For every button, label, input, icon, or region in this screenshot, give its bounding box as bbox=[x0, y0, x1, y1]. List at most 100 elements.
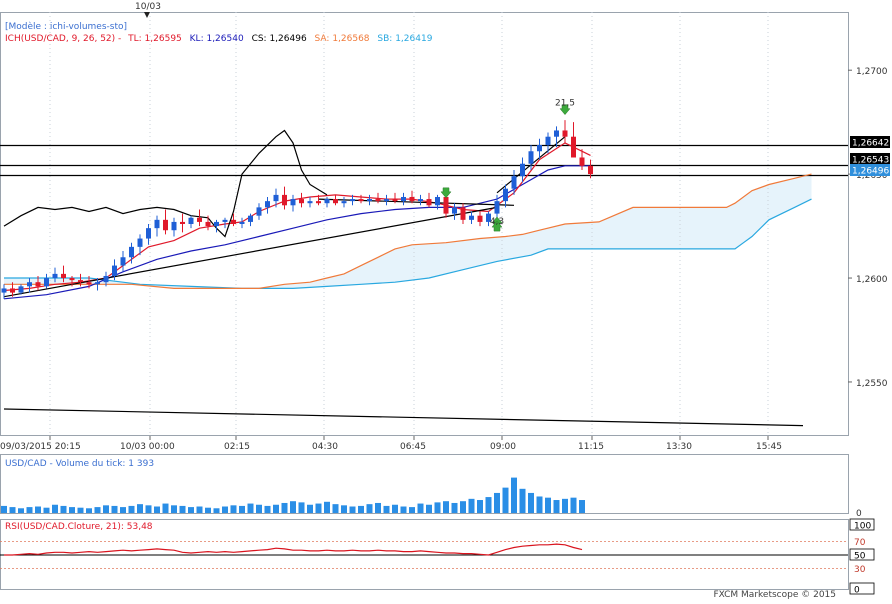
candle-body-1 bbox=[10, 288, 15, 293]
volume-bar-1 bbox=[9, 507, 16, 513]
legend-tl: TL: 1,26595 bbox=[127, 34, 182, 44]
candle-body-33 bbox=[282, 194, 287, 206]
x-label-6: 11:15 bbox=[578, 442, 604, 452]
volume-bar-20 bbox=[171, 505, 177, 513]
volume-bar-4 bbox=[35, 506, 41, 513]
volume-bar-68 bbox=[579, 500, 585, 513]
volume-bar-22 bbox=[188, 507, 194, 513]
volume-bar-2 bbox=[18, 508, 24, 513]
volume-bar-62 bbox=[528, 492, 534, 513]
volume-bar-49 bbox=[417, 503, 424, 513]
candle-body-27 bbox=[231, 219, 236, 224]
candle-body-65 bbox=[554, 130, 559, 137]
candle-body-6 bbox=[52, 273, 58, 279]
rsi-tick-label-0: 100 bbox=[854, 522, 871, 532]
x-label-5: 09:00 bbox=[490, 442, 516, 452]
candle-body-63 bbox=[537, 145, 542, 152]
candle-body-46 bbox=[392, 199, 398, 202]
candle-body-52 bbox=[443, 196, 449, 214]
candle-body-32 bbox=[273, 194, 279, 202]
candle-body-53 bbox=[452, 207, 457, 214]
x-label-0: 09/03/2015 20:15 bbox=[0, 442, 81, 452]
volume-bar-30 bbox=[256, 504, 262, 513]
candle-body-12 bbox=[103, 275, 109, 283]
x-label-3: 04:30 bbox=[312, 442, 338, 452]
candle-body-50 bbox=[426, 199, 432, 206]
volume-bar-26 bbox=[222, 506, 228, 513]
candle-body-28 bbox=[239, 221, 245, 224]
volume-bar-43 bbox=[366, 504, 373, 513]
volume-bar-13 bbox=[111, 505, 118, 513]
candle-body-25 bbox=[214, 221, 219, 227]
rsi-tick-label-4: 0 bbox=[854, 586, 860, 596]
volume-bar-55 bbox=[468, 498, 475, 513]
legend-cs: CS: 1,26496 bbox=[252, 34, 307, 44]
volume-bar-59 bbox=[502, 487, 509, 513]
volume-bar-24 bbox=[205, 507, 211, 513]
volume-bar-7 bbox=[60, 505, 67, 513]
volume-bar-14 bbox=[120, 507, 126, 513]
candle-body-24 bbox=[205, 221, 211, 227]
top-date-marker: 10/03 bbox=[135, 2, 161, 12]
x-label-1: 10/03 00:00 bbox=[120, 442, 175, 452]
candle-body-31 bbox=[265, 201, 270, 208]
y-tick-label-2: 1,2600 bbox=[856, 275, 888, 285]
candle-body-41 bbox=[350, 199, 355, 202]
x-label-4: 06:45 bbox=[400, 442, 426, 452]
volume-bar-18 bbox=[154, 506, 160, 513]
x-label-7: 13:30 bbox=[666, 442, 692, 452]
candle-body-17 bbox=[146, 228, 151, 239]
candle-body-47 bbox=[401, 196, 406, 202]
volume-bar-38 bbox=[324, 501, 330, 513]
volume-bar-64 bbox=[545, 497, 551, 513]
rsi-tick-label-2: 50 bbox=[854, 552, 866, 562]
volume-bar-10 bbox=[86, 508, 92, 513]
volume-bar-16 bbox=[137, 504, 143, 513]
price-tag-label-2: 1,26496 bbox=[852, 167, 889, 177]
volume-bar-40 bbox=[341, 505, 347, 513]
candle-body-23 bbox=[197, 217, 202, 222]
candle-body-62 bbox=[528, 151, 534, 164]
candle-body-5 bbox=[44, 278, 49, 287]
candle-body-21 bbox=[180, 221, 185, 224]
volume-bar-67 bbox=[570, 497, 577, 513]
volume-title: USD/CAD - Volume du tick: 1 393 bbox=[5, 459, 154, 469]
ichimoku-legend: ICH(USD/CAD, 9, 26, 52) - TL: 1,26595 KL… bbox=[5, 34, 433, 44]
candle-body-9 bbox=[78, 280, 83, 283]
volume-bar-31 bbox=[264, 505, 271, 513]
candle-body-18 bbox=[154, 219, 160, 229]
candle-body-8 bbox=[69, 278, 75, 281]
candle-body-3 bbox=[27, 282, 32, 287]
candle-body-61 bbox=[520, 163, 525, 177]
candle-body-39 bbox=[333, 199, 338, 204]
price-tag-label-0: 1,26642 bbox=[852, 139, 889, 149]
candle-body-38 bbox=[324, 199, 330, 204]
x-label-8: 15:45 bbox=[756, 442, 782, 452]
volume-bar-41 bbox=[349, 506, 356, 513]
volume-bar-53 bbox=[451, 502, 458, 513]
candle-body-37 bbox=[316, 201, 321, 204]
volume-bar-39 bbox=[332, 504, 339, 513]
volume-tick-label-0: 0 bbox=[856, 509, 862, 519]
candle-body-22 bbox=[188, 217, 194, 224]
chart-stage: 21,5 4,3 1,2700 1,2650 1,2600 1,2550 09/03/20… bbox=[0, 0, 892, 600]
volume-bar-35 bbox=[298, 502, 305, 513]
legend-ich: ICH(USD/CAD, 9, 26, 52) - bbox=[5, 34, 121, 44]
candle-body-13 bbox=[112, 265, 117, 276]
annotation-1: 4,3 bbox=[490, 217, 504, 227]
candle-body-54 bbox=[460, 207, 466, 220]
candle-body-20 bbox=[171, 221, 177, 231]
candle-body-64 bbox=[545, 136, 551, 146]
volume-bar-45 bbox=[383, 505, 390, 513]
candle-body-29 bbox=[248, 215, 253, 222]
candle-body-56 bbox=[477, 215, 483, 222]
candle-body-16 bbox=[137, 238, 143, 247]
volume-bar-50 bbox=[426, 504, 432, 513]
candle-body-19 bbox=[163, 219, 168, 231]
candle-body-26 bbox=[222, 219, 228, 222]
rsi-title: RSI(USD/CAD.Cloture, 21): 53,48 bbox=[5, 522, 153, 532]
volume-bar-34 bbox=[290, 501, 296, 513]
volume-bar-63 bbox=[536, 496, 543, 513]
candle-body-11 bbox=[95, 282, 100, 285]
rsi-tick-label-3: 30 bbox=[854, 565, 866, 575]
